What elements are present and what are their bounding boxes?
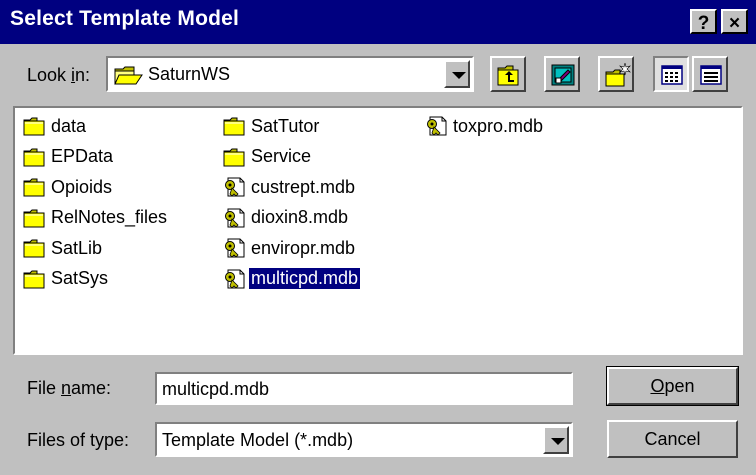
folder-item[interactable]: EPData [23,145,115,169]
file-list[interactable]: data EPData Opioids RelNotes_files SatLib Sat… [13,106,743,355]
file-name-input[interactable]: multicpd.mdb [155,372,573,405]
file-item-label: data [51,115,87,136]
file-item[interactable]: toxpro.mdb [425,114,545,138]
details-view-icon [700,65,722,85]
folder-item[interactable]: SatSys [23,267,110,291]
database-file-icon [225,177,245,197]
file-name-value: multicpd.mdb [162,379,270,399]
file-item-label: SatSys [51,268,109,288]
new-folder-icon [605,63,631,87]
dialog-title: Select Template Model [10,7,240,30]
files-of-type-dropdown-button[interactable] [543,426,569,454]
desktop-icon [551,64,575,86]
folder-icon [23,270,45,288]
folder-icon [223,117,245,136]
file-name-label: File name: [27,378,112,398]
look-in-label: Look in: [27,65,91,85]
create-new-folder-button[interactable] [598,56,634,92]
database-file-icon [225,208,245,228]
folder-item[interactable]: Opioids [23,175,114,199]
folder-icon [23,178,45,197]
look-in-dropdown-button[interactable] [444,60,470,88]
folder-icon [23,148,45,166]
file-item-label: Opioids [51,176,113,197]
file-item-label: Service [251,146,312,166]
folder-icon [223,148,245,166]
up-folder-icon [497,65,519,86]
file-item[interactable]: dioxin8.mdb [223,206,350,230]
list-view-button[interactable] [653,56,689,92]
close-button[interactable]: × [721,9,748,34]
details-view-button[interactable] [692,56,728,92]
folder-icon [23,209,45,227]
folder-item[interactable]: Service [223,145,313,169]
title-bar[interactable]: Select Template Model ? × [0,0,756,44]
up-one-level-button[interactable] [490,56,526,92]
file-item-label: enviropr.mdb [251,237,356,258]
file-item-label: RelNotes_files [51,207,168,227]
file-item[interactable]: multicpd.mdb [223,267,361,291]
folder-item[interactable]: RelNotes_files [23,206,169,230]
folder-icon [23,117,45,136]
list-view-icon [661,65,683,85]
folder-icon [23,239,45,258]
select-template-dialog: Select Template Model ? × Look in: Satur… [0,0,756,475]
chevron-down-icon [452,72,466,79]
files-of-type-label: Files of type: [27,430,130,450]
open-button[interactable]: Open [606,366,739,406]
file-item-label: dioxin8.mdb [251,207,349,227]
files-of-type-combo[interactable]: Template Model (*.mdb) [155,422,573,457]
open-folder-icon [114,66,143,85]
look-in-combo[interactable]: SaturnWS [106,56,474,92]
folder-item[interactable]: SatLib [23,236,104,260]
file-item-label: EPData [51,146,114,166]
folder-item[interactable]: data [23,114,88,138]
database-file-icon [225,238,245,258]
database-file-icon [427,116,447,136]
file-item[interactable]: custrept.mdb [223,175,357,199]
files-of-type-value: Template Model (*.mdb) [162,430,354,450]
file-item-label: toxpro.mdb [453,115,544,136]
file-item-label: SatLib [51,237,103,258]
help-button[interactable]: ? [690,9,717,34]
folder-item[interactable]: SatTutor [223,114,321,138]
chevron-down-icon [551,438,565,445]
desktop-button[interactable] [544,56,580,92]
file-item[interactable]: enviropr.mdb [223,236,357,260]
file-item-label: SatTutor [251,115,320,136]
file-item-label: custrept.mdb [251,176,356,197]
cancel-button[interactable]: Cancel [607,420,738,458]
database-file-icon [225,269,245,289]
file-item-label: multicpd.mdb [249,268,361,289]
look-in-value: SaturnWS [148,64,231,84]
